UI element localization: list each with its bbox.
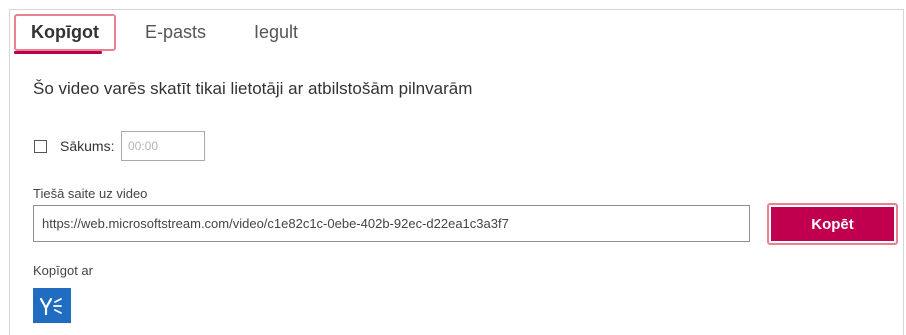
tab-email[interactable]: E-pasts — [145, 14, 206, 51]
yammer-icon — [39, 297, 62, 315]
tab-embed[interactable]: Iegult — [254, 14, 298, 51]
direct-link-label: Tiešā saite uz video — [33, 186, 148, 201]
yammer-share-button[interactable] — [33, 288, 71, 323]
copy-button-focus-ring: Kopēt — [767, 203, 898, 245]
start-time-input[interactable] — [121, 131, 205, 161]
tab-share[interactable]: Kopīgot — [14, 14, 116, 51]
active-tab-indicator — [14, 51, 102, 54]
share-with-label: Kopīgot ar — [33, 263, 93, 278]
start-time-checkbox[interactable] — [34, 140, 47, 153]
permission-notice: Šo video varēs skatīt tikai lietotāji ar… — [33, 79, 473, 98]
copy-button[interactable]: Kopēt — [771, 207, 894, 241]
start-time-label: Sākums: — [60, 138, 115, 154]
direct-link-field[interactable] — [33, 205, 750, 242]
share-panel — [9, 9, 904, 335]
